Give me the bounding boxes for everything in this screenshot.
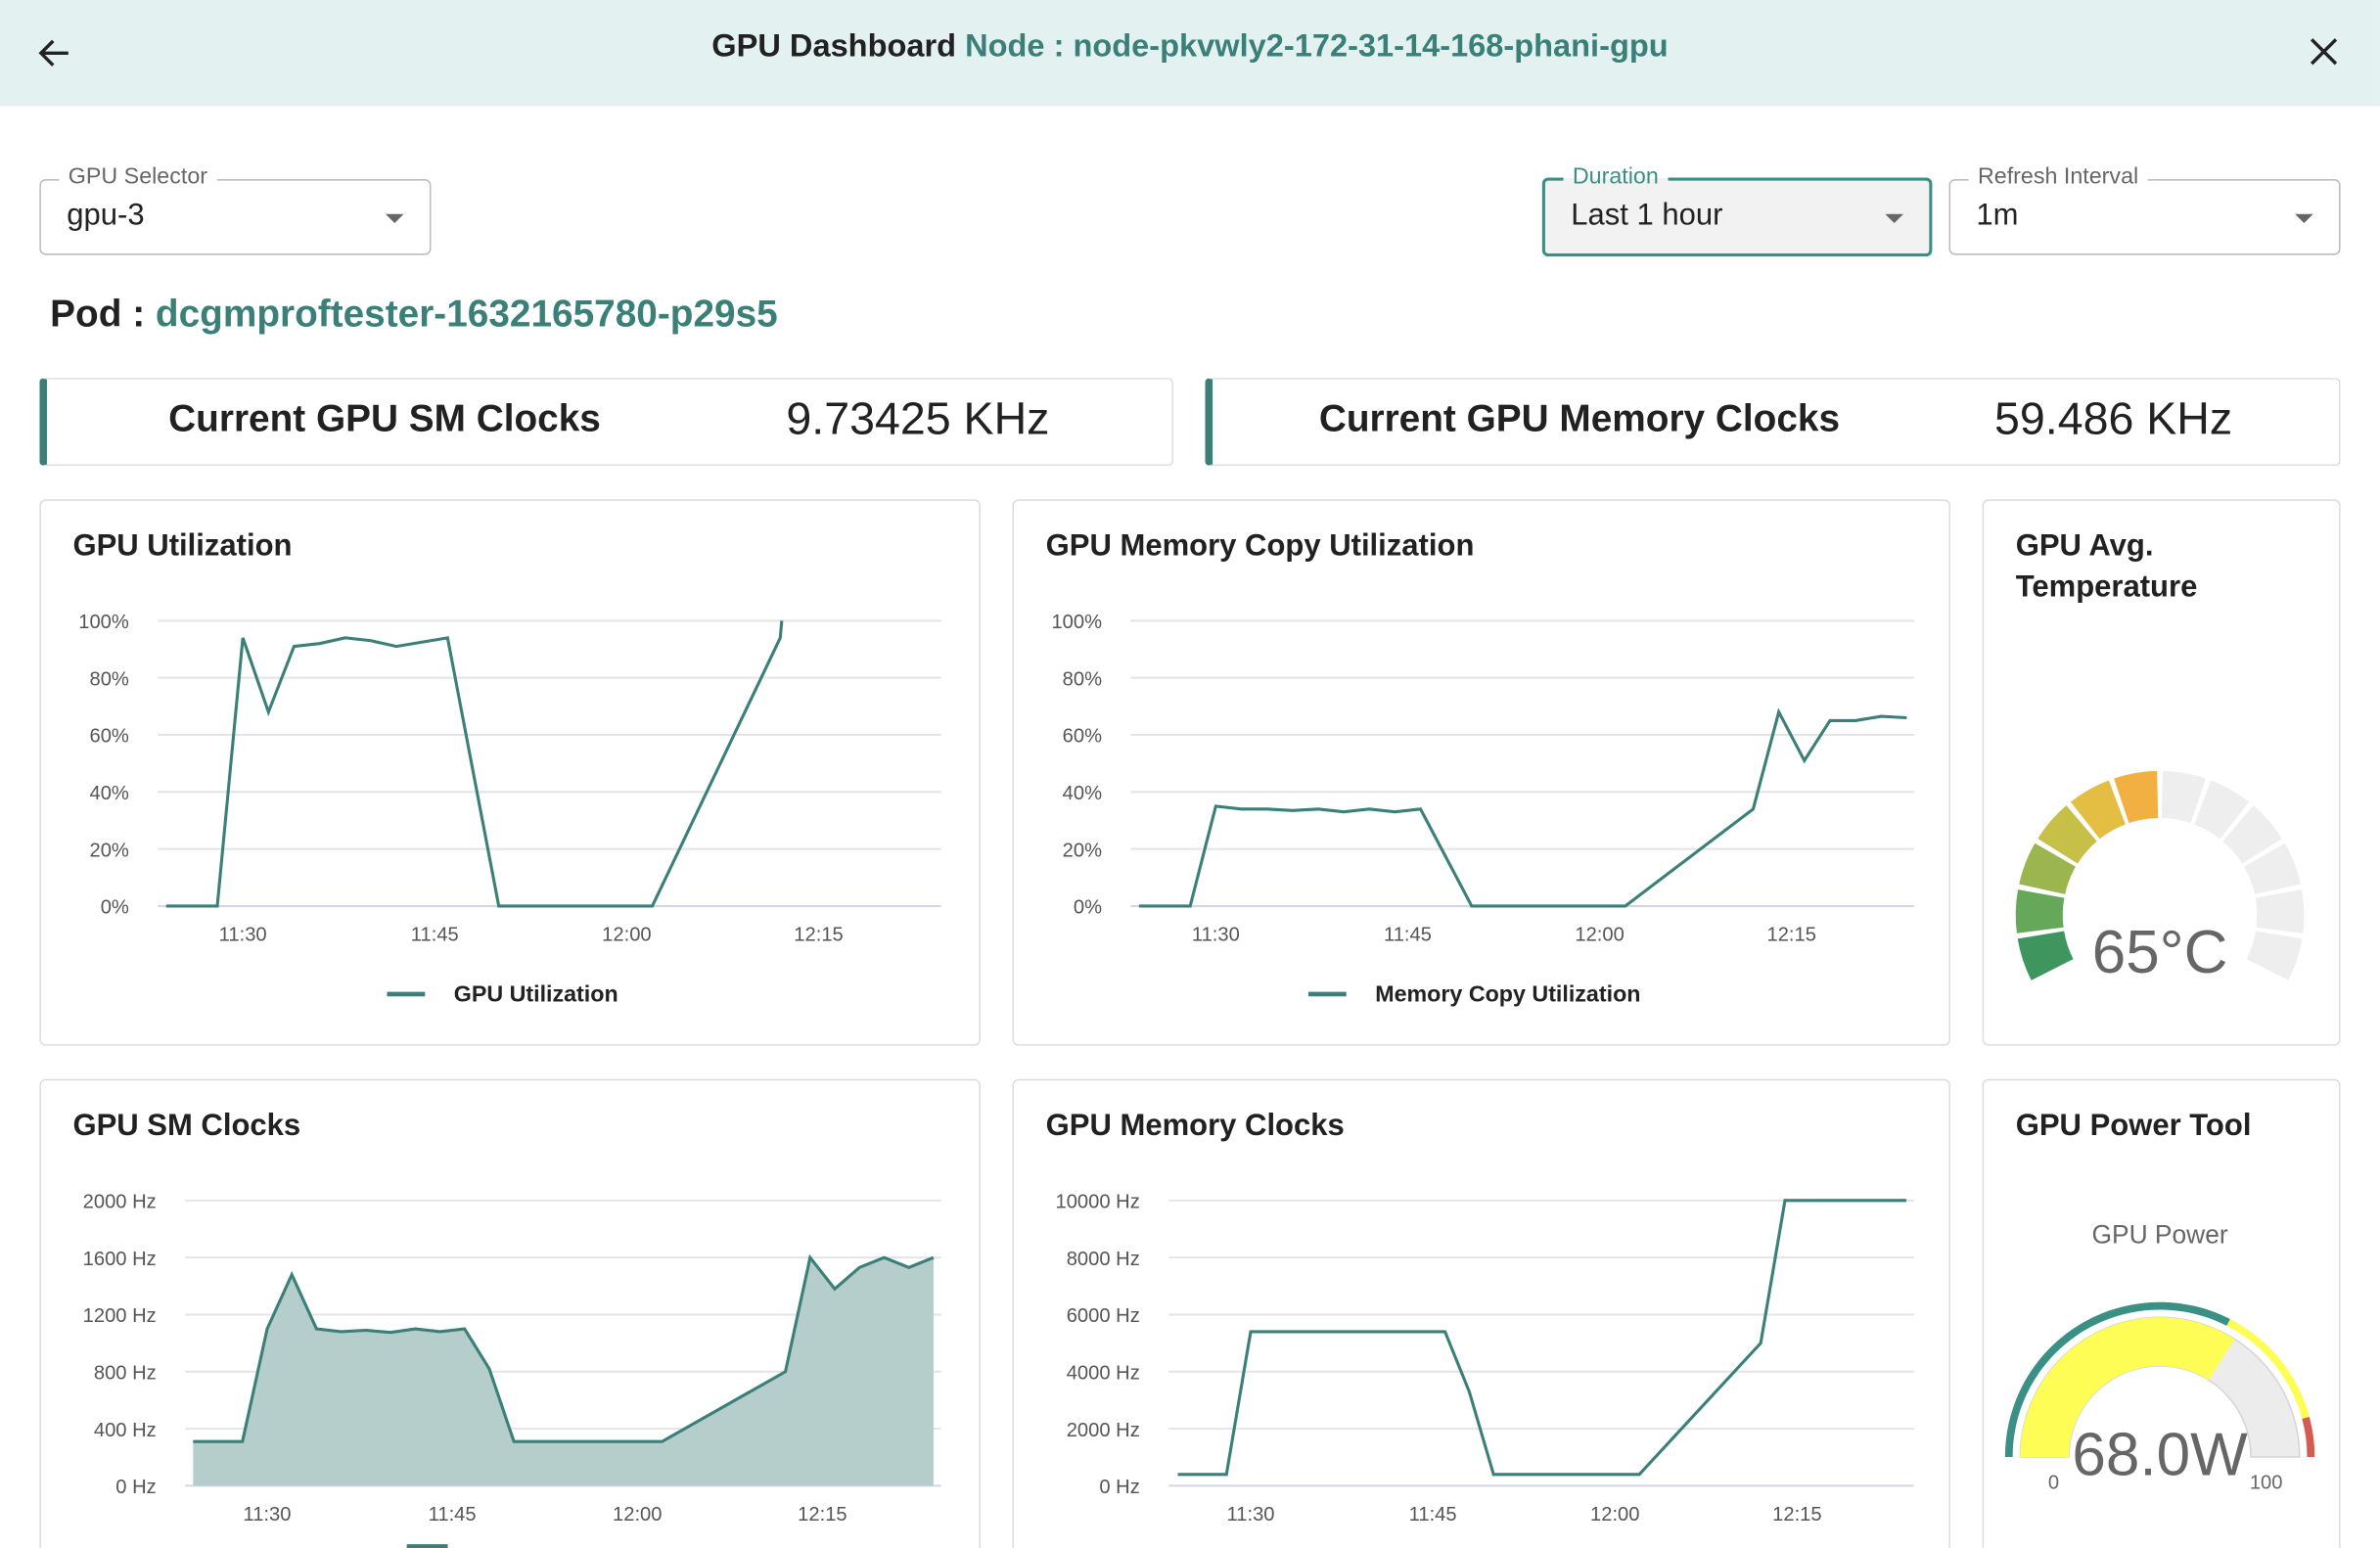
memory-clocks-card: GPU Memory Clocks (1012, 1078, 1951, 1548)
gpu-utilization-card: GPU Utilization (39, 499, 981, 1046)
pod-heading: Pod : dcgmproftester-1632165780-p29s5 (50, 293, 778, 337)
stat-card-memory-clocks: Current GPU Memory Clocks 59.486 KHz (1205, 378, 2341, 467)
gpu-selector-label: GPU Selector (59, 163, 217, 190)
pod-label: Pod : (50, 293, 146, 336)
pod-name: dcgmproftester-1632165780-p29s5 (155, 293, 778, 336)
card-title: GPU Utilization (72, 529, 293, 564)
stat-label: Current GPU Memory Clocks (1318, 397, 1841, 440)
refresh-interval-label: Refresh Interval (1968, 163, 2148, 190)
sm-clocks-card: GPU SM Clocks (39, 1078, 981, 1548)
power-card: GPU Power Tool (1982, 1078, 2341, 1548)
stat-value: 9.73425 KHz (786, 394, 1050, 445)
gpu-selector[interactable]: GPU Selector gpu-3 (39, 163, 432, 255)
page-title: GPU Dashboard Node : node-pkvwly2-172-31… (0, 28, 2380, 65)
stat-card-sm-clocks: Current GPU SM Clocks 9.73425 KHz (39, 378, 1173, 467)
dashboard-title: GPU Dashboard (711, 28, 957, 65)
card-title: GPU Power Tool (2015, 1109, 2252, 1143)
temperature-card: GPU Avg. Temperature (1982, 499, 2341, 1046)
duration-value: Last 1 hour (1571, 199, 1723, 233)
close-icon[interactable] (2309, 36, 2339, 67)
chevron-down-icon (385, 213, 404, 223)
duration-select[interactable]: Duration Last 1 hour (1541, 163, 1933, 257)
refresh-interval-select[interactable]: Refresh Interval 1m (1948, 163, 2341, 255)
chevron-down-icon (2295, 213, 2313, 223)
chevron-down-icon (1885, 213, 1903, 223)
card-title: GPU Avg. Temperature (2015, 529, 2198, 605)
refresh-interval-value: 1m (1976, 199, 2019, 233)
duration-label: Duration (1563, 163, 1669, 190)
stat-value: 59.486 KHz (1994, 394, 2233, 445)
memory-copy-card: GPU Memory Copy Utilization (1012, 499, 1951, 1046)
header-bar: GPU Dashboard Node : node-pkvwly2-172-31… (0, 0, 2380, 107)
card-title: GPU Memory Clocks (1045, 1109, 1345, 1143)
gpu-selector-value: gpu-3 (67, 199, 145, 233)
node-label: Node : node-pkvwly2-172-31-14-168-phani-… (965, 28, 1669, 65)
card-title: GPU SM Clocks (72, 1109, 301, 1143)
card-title: GPU Memory Copy Utilization (1045, 529, 1475, 564)
stat-label: Current GPU SM Clocks (168, 397, 601, 440)
